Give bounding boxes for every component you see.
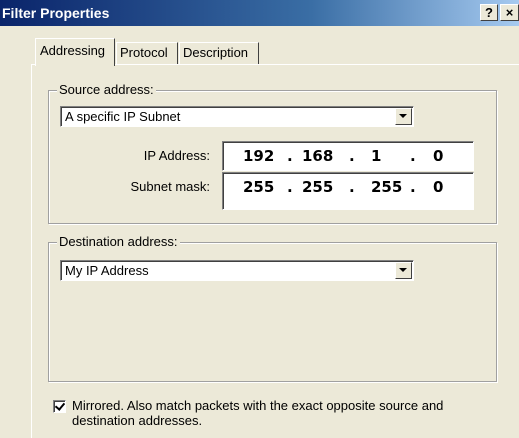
- tab-description[interactable]: Description: [179, 42, 259, 65]
- window-title: Filter Properties: [2, 5, 110, 21]
- tab-protocol[interactable]: Protocol: [116, 42, 178, 65]
- tab-addressing[interactable]: Addressing: [35, 38, 115, 66]
- close-button[interactable]: ×: [500, 4, 519, 21]
- tab-panel: [31, 64, 519, 438]
- help-button[interactable]: ?: [480, 4, 498, 21]
- title-bar: Filter Properties ? ×: [0, 0, 519, 26]
